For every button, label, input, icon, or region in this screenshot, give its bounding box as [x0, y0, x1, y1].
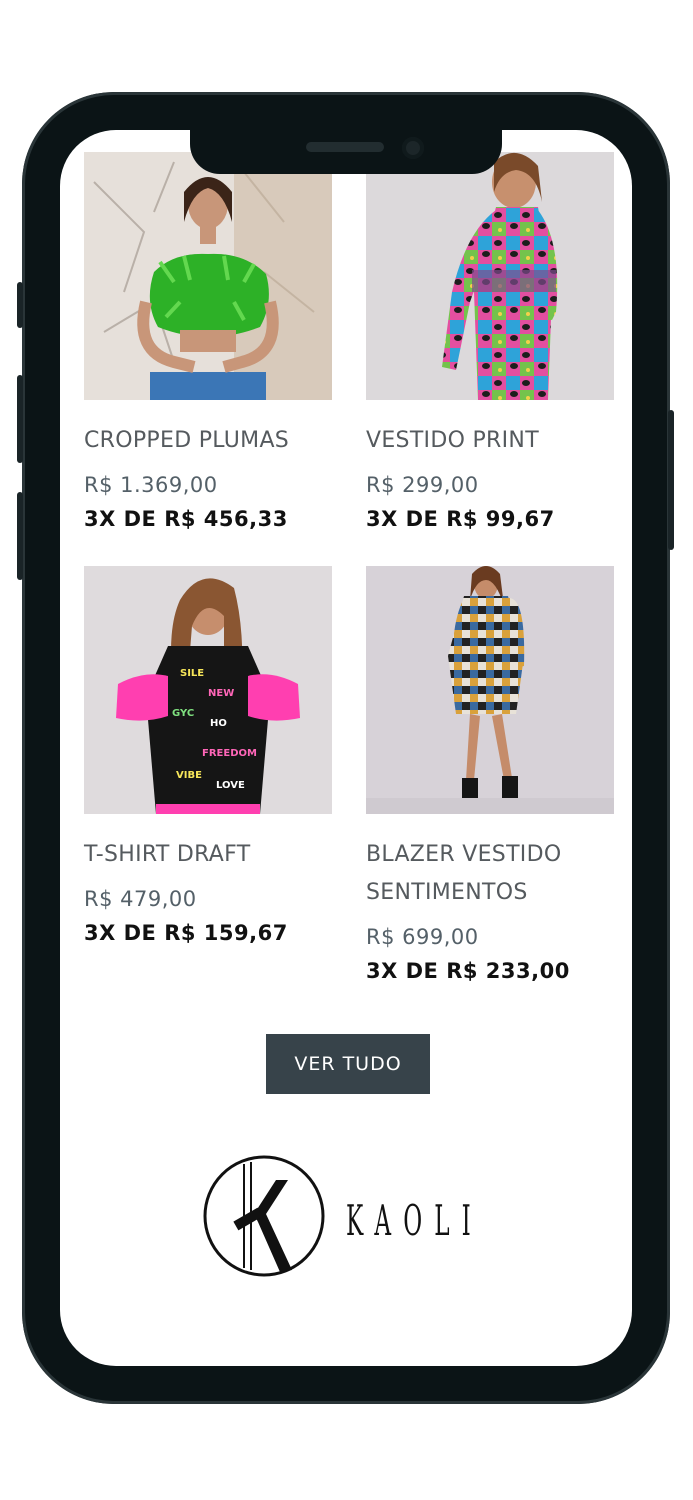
- volume-up-button: [17, 375, 23, 463]
- product-card[interactable]: VESTIDO PRINT R$ 299,00 3X DE R$ 99,67: [366, 152, 614, 534]
- product-card[interactable]: CROPPED PLUMAS R$ 1.369,00 3X DE R$ 456,…: [84, 152, 332, 534]
- speaker-grille: [306, 142, 384, 152]
- product-image[interactable]: [84, 152, 332, 400]
- front-camera-icon: [402, 137, 424, 159]
- svg-text:VIBE: VIBE: [176, 770, 202, 781]
- product-name[interactable]: VESTIDO PRINT: [366, 422, 614, 460]
- product-card[interactable]: SILE NEW GYC HO FREEDOM VIBE LOVE T-SHIR…: [84, 566, 332, 948]
- product-installments: 3X DE R$ 233,00: [366, 959, 570, 983]
- svg-text:LOVE: LOVE: [216, 780, 245, 791]
- volume-down-button: [17, 492, 23, 580]
- product-image[interactable]: SILE NEW GYC HO FREEDOM VIBE LOVE: [84, 566, 332, 814]
- product-image[interactable]: [366, 566, 614, 814]
- product-installments: 3X DE R$ 159,67: [84, 921, 288, 945]
- product-price: R$ 299,00: [366, 473, 479, 497]
- product-price: R$ 1.369,00: [84, 473, 218, 497]
- mute-switch: [17, 282, 23, 328]
- product-card[interactable]: BLAZER VESTIDO SENTIMENTOS R$ 699,00 3X …: [366, 566, 614, 986]
- svg-text:SILE: SILE: [180, 668, 204, 679]
- view-all-button[interactable]: VER TUDO: [266, 1034, 430, 1094]
- svg-text:NEW: NEW: [208, 688, 234, 699]
- product-name[interactable]: T-SHIRT DRAFT: [84, 836, 332, 874]
- brand-wordmark: KAOLI: [346, 1196, 483, 1245]
- product-image[interactable]: [366, 152, 614, 400]
- product-installments: 3X DE R$ 99,67: [366, 507, 555, 531]
- product-name[interactable]: CROPPED PLUMAS: [84, 422, 332, 460]
- product-installments: 3X DE R$ 456,33: [84, 507, 288, 531]
- svg-text:GYC: GYC: [172, 708, 194, 719]
- svg-text:FREEDOM: FREEDOM: [202, 748, 257, 759]
- product-price: R$ 479,00: [84, 887, 197, 911]
- product-name[interactable]: BLAZER VESTIDO SENTIMENTOS: [366, 836, 614, 912]
- product-price: R$ 699,00: [366, 925, 479, 949]
- svg-text:HO: HO: [210, 718, 227, 729]
- power-button: [668, 410, 674, 550]
